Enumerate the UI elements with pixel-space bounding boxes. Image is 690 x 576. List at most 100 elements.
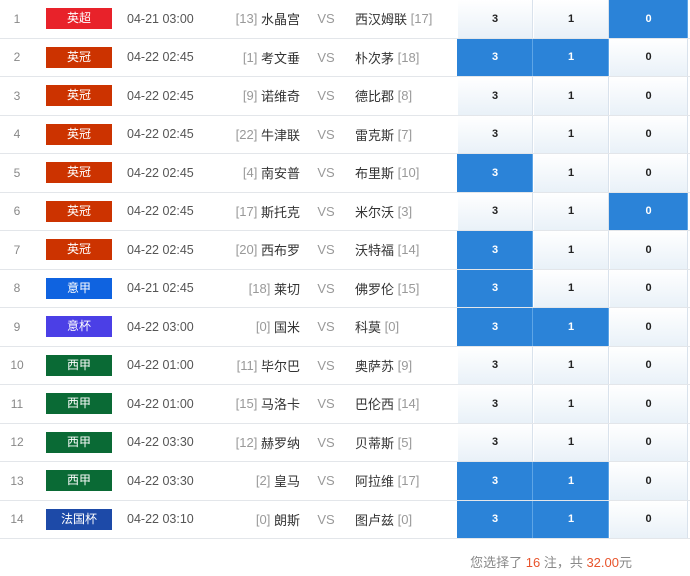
league-badge: 英冠 (46, 46, 112, 68)
draw-option[interactable]: 1 (533, 77, 609, 115)
draw-option[interactable]: 1 (533, 192, 609, 230)
selection-summary: 您选择了 16 注，共 32.00元 (0, 552, 632, 571)
home-team: [0] 国米 (206, 308, 300, 346)
home-rank: [22] (235, 126, 258, 142)
home-team: [13] 水晶宫 (206, 0, 300, 38)
away-team-name: 巴伦西 (355, 397, 395, 413)
vs-label: VS (317, 203, 335, 219)
draw-option[interactable]: 1 (533, 423, 609, 461)
match-time: 04-22 03:00 (127, 319, 194, 334)
win-option[interactable]: 3 (457, 154, 533, 192)
summary-mid: 注，共 (540, 555, 587, 570)
win-option[interactable]: 3 (457, 269, 533, 307)
win-option[interactable]: 3 (457, 385, 533, 423)
away-team: 图卢兹 [0] (355, 501, 455, 539)
draw-option[interactable]: 1 (533, 231, 609, 269)
away-team-name: 图卢兹 (355, 512, 395, 528)
home-team-name: 牛津联 (260, 127, 300, 143)
home-team-name: 考文垂 (260, 50, 300, 66)
win-option[interactable]: 3 (457, 192, 533, 230)
away-rank: [7] (397, 126, 413, 142)
win-option[interactable]: 3 (457, 38, 533, 76)
draw-option[interactable]: 1 (533, 385, 609, 423)
loss-option[interactable]: 0 (609, 385, 688, 423)
loss-option[interactable]: 0 (609, 346, 688, 384)
vs-label: VS (317, 319, 335, 335)
league-badge: 英冠 (46, 85, 112, 107)
loss-option[interactable]: 0 (609, 500, 688, 538)
league-cell: 西甲 (46, 424, 112, 462)
home-team-name: 诺维奇 (260, 89, 300, 105)
match-time: 04-22 02:45 (127, 88, 194, 103)
loss-option[interactable]: 0 (609, 154, 688, 192)
loss-option[interactable]: 0 (609, 38, 688, 76)
match-number: 1 (13, 11, 21, 26)
vs-label: VS (317, 11, 335, 27)
match-time: 04-22 01:00 (127, 358, 194, 373)
away-rank: [8] (397, 88, 413, 104)
match-time: 04-22 01:00 (127, 396, 194, 411)
win-option[interactable]: 3 (457, 77, 533, 115)
win-option[interactable]: 3 (457, 231, 533, 269)
match-row: 13 西甲 04-22 03:30 [2] 皇马 VS 阿拉维 [17] 3 1 0 (0, 462, 690, 501)
home-rank: [15] (235, 396, 258, 412)
draw-option[interactable]: 1 (533, 115, 609, 153)
draw-option[interactable]: 1 (533, 38, 609, 76)
league-cell: 法国杯 (46, 501, 112, 539)
win-option[interactable]: 3 (457, 115, 533, 153)
away-team-name: 米尔沃 (355, 204, 395, 220)
win-option[interactable]: 3 (457, 500, 533, 538)
match-number: 2 (13, 50, 21, 65)
away-rank: [10] (397, 165, 420, 181)
loss-option[interactable]: 0 (609, 423, 688, 461)
win-option[interactable]: 3 (457, 0, 533, 38)
loss-option[interactable]: 0 (609, 308, 688, 346)
league-badge: 英超 (46, 8, 112, 30)
match-number: 5 (13, 165, 21, 180)
vs-label: VS (317, 242, 335, 258)
loss-option[interactable]: 0 (609, 462, 688, 500)
match-number: 8 (13, 281, 21, 296)
draw-option[interactable]: 1 (533, 154, 609, 192)
match-number: 7 (13, 242, 21, 257)
home-rank: [4] (242, 165, 258, 181)
win-option[interactable]: 3 (457, 308, 533, 346)
away-team: 西汉姆联 [17] (355, 0, 455, 38)
home-team-name: 皇马 (273, 474, 300, 490)
loss-option[interactable]: 0 (609, 192, 688, 230)
loss-option[interactable]: 0 (609, 115, 688, 153)
loss-option[interactable]: 0 (609, 0, 688, 38)
match-table: 1 英超 04-21 03:00 [13] 水晶宫 VS 西汉姆联 [17] 3 1 0 2 英冠 0… (0, 0, 690, 539)
draw-option[interactable]: 1 (533, 462, 609, 500)
loss-option[interactable]: 0 (609, 77, 688, 115)
league-cell: 英超 (46, 0, 112, 38)
home-team: [9] 诺维奇 (206, 77, 300, 115)
match-time: 04-22 02:45 (127, 127, 194, 142)
league-cell: 英冠 (46, 116, 112, 154)
away-team: 德比郡 [8] (355, 77, 455, 115)
draw-option[interactable]: 1 (533, 269, 609, 307)
home-rank: [0] (255, 319, 271, 335)
win-option[interactable]: 3 (457, 462, 533, 500)
draw-option[interactable]: 1 (533, 0, 609, 38)
loss-option[interactable]: 0 (609, 231, 688, 269)
match-time: 04-22 03:30 (127, 435, 194, 450)
league-cell: 意甲 (46, 270, 112, 308)
home-team: [4] 南安普 (206, 154, 300, 192)
loss-option[interactable]: 0 (609, 269, 688, 307)
away-rank: [3] (397, 203, 413, 219)
match-number: 9 (13, 319, 21, 334)
away-team-name: 西汉姆联 (355, 12, 408, 28)
home-team-name: 南安普 (260, 166, 300, 182)
away-rank: [5] (397, 434, 413, 450)
win-option[interactable]: 3 (457, 346, 533, 384)
win-option[interactable]: 3 (457, 423, 533, 461)
draw-option[interactable]: 1 (533, 500, 609, 538)
match-number: 12 (10, 435, 24, 450)
home-team-name: 赫罗纳 (260, 435, 300, 451)
away-rank: [14] (397, 396, 420, 412)
draw-option[interactable]: 1 (533, 346, 609, 384)
home-team-name: 马洛卡 (260, 397, 300, 413)
match-time: 04-21 02:45 (127, 281, 194, 296)
draw-option[interactable]: 1 (533, 308, 609, 346)
